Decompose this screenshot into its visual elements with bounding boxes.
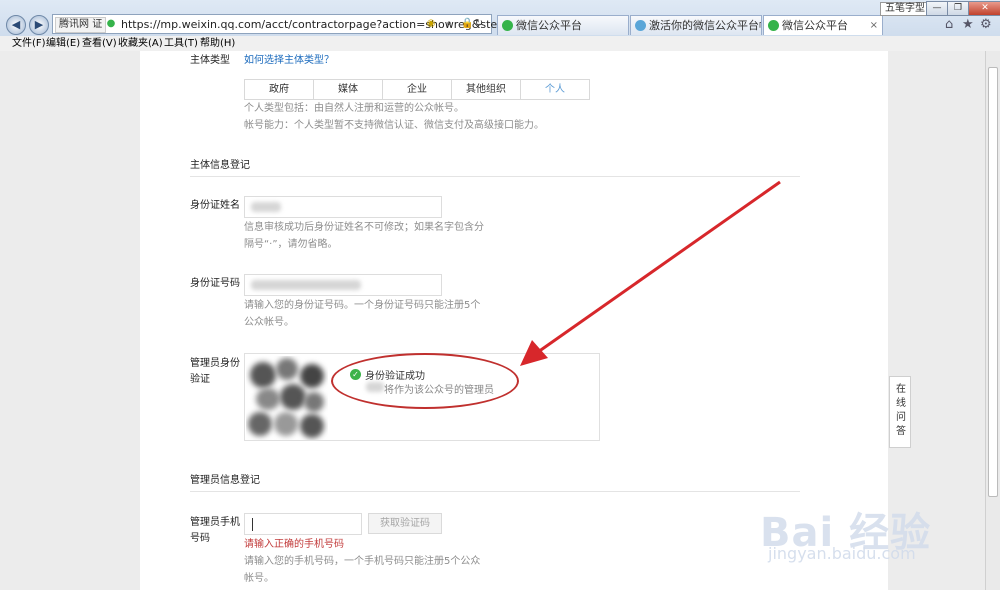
online-qa-label: 在线问答 (896, 384, 906, 437)
online-qa-button[interactable]: 在线问答 (889, 376, 911, 448)
baidu-watermark-url: jingyan.baidu.com (768, 544, 916, 563)
page-scrollbar[interactable] (985, 51, 1000, 590)
scrollbar-thumb[interactable] (988, 67, 998, 497)
arrow-shaft (537, 180, 781, 354)
arrow-head (520, 340, 548, 366)
